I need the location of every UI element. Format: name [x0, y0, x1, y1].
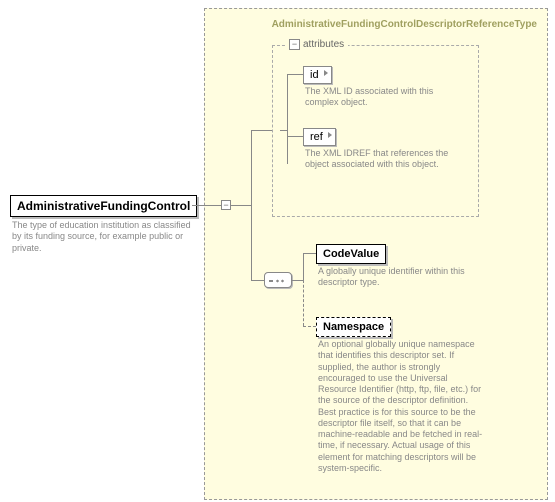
connector-line [251, 280, 264, 281]
complex-type-name: AdministrativeFundingControlDescriptorRe… [272, 19, 537, 30]
element-namespace[interactable]: Namespace [316, 317, 391, 337]
sequence-compositor-icon [264, 272, 292, 288]
root-element-description: The type of education institution as cla… [12, 220, 192, 254]
root-element-box[interactable]: AdministrativeFundingControl [10, 195, 197, 217]
attribute-ref-description: The XML IDREF that references the object… [305, 148, 465, 171]
connector-line [292, 280, 303, 281]
connector-line [192, 205, 221, 206]
connector-line [287, 74, 303, 75]
element-codevalue[interactable]: CodeValue [316, 244, 386, 264]
attributes-header: −attributes [285, 39, 348, 50]
element-namespace-label: Namespace [323, 321, 384, 333]
element-codevalue-description: A globally unique identifier within this… [318, 266, 488, 289]
attribute-id-label: id [310, 69, 319, 81]
connector-line [287, 136, 303, 137]
connector-line [251, 130, 272, 131]
root-element-label: AdministrativeFundingControl [17, 199, 190, 213]
attribute-ref[interactable]: ref [303, 128, 336, 146]
connector-line-optional [303, 326, 316, 327]
schema-diagram: AdministrativeFundingControlDescriptorRe… [0, 0, 555, 502]
connector-line [251, 130, 252, 280]
minus-icon: − [289, 39, 300, 50]
connector-line [287, 74, 288, 164]
junction-icon: − [221, 200, 231, 210]
attribute-id[interactable]: id [303, 66, 332, 84]
connector-line [303, 253, 316, 254]
element-codevalue-label: CodeValue [323, 248, 379, 260]
connector-line-optional [303, 280, 304, 326]
connector-line [231, 205, 251, 206]
element-namespace-description: An optional globally unique namespace th… [318, 339, 488, 474]
connector-line [280, 130, 287, 131]
connector-line [303, 253, 304, 280]
attribute-id-description: The XML ID associated with this complex … [305, 86, 465, 109]
attribute-ref-label: ref [310, 131, 323, 143]
